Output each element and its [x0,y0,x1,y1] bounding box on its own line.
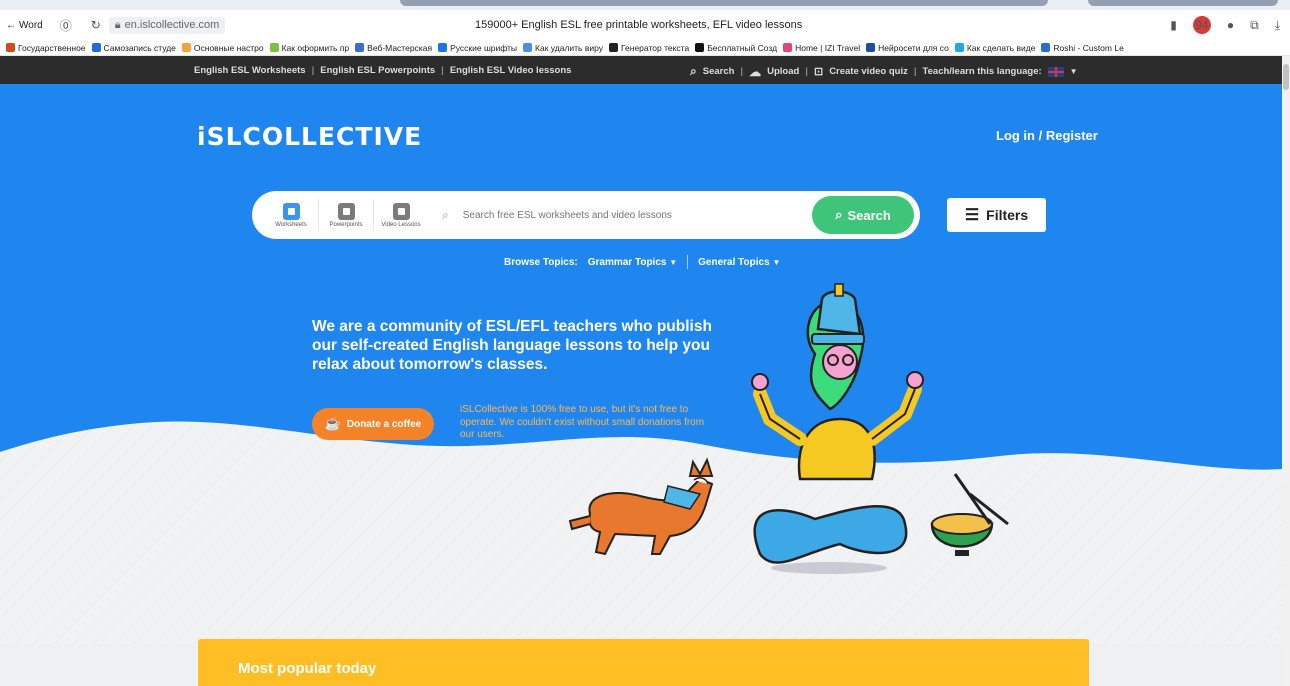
bookmark-favicon-icon [355,43,365,52]
page-scrollbar[interactable] [1282,56,1290,686]
bookmark-item[interactable]: Русские шрифты [438,43,517,53]
scrollbar-thumb[interactable] [1283,64,1289,90]
bookmark-label: Самозапись студе [103,42,176,53]
hero-section: iSLCOLLECTIVE Log in / Register Workshee… [0,84,1282,686]
chevron-down-icon[interactable]: ▼ [1070,67,1078,76]
bookmark-item[interactable]: Бесплатный Созд [695,43,777,53]
yandex-icon[interactable]: ⓪ [59,18,73,33]
back-button[interactable]: ← Word [6,20,43,31]
url-field[interactable]: 🔒︎ en.islcollective.com [108,16,226,34]
bookmark-label: Бесплатный Созд [707,42,778,53]
bookmark-favicon-icon [783,43,793,52]
shield-icon[interactable]: ● [1227,18,1234,32]
bookmark-favicon-icon [6,43,15,52]
bookmark-label: Основные настро [193,42,264,53]
bookmark-item[interactable]: Нейросети для со [866,43,949,53]
bookmark-favicon-icon [609,43,618,52]
bookmark-label: Roshi - Custom Le [1053,42,1124,53]
bookmark-label: Государственное [18,42,86,53]
url-text: en.islcollective.com [124,19,220,31]
bookmark-item[interactable]: Как сделать виде [954,42,1036,53]
bookmark-favicon-icon [1041,43,1051,52]
dog-illustration [568,457,714,556]
reading-list-icon[interactable]: ⧉ [1250,18,1259,33]
hero-illustration [568,283,1009,574]
search-icon[interactable]: ⌕ [690,64,697,79]
bookmark-favicon-icon [695,43,705,52]
bookmark-favicon-icon [91,43,101,52]
most-popular-title: Most popular today [238,660,377,677]
bookmark-item[interactable]: Государственное [6,43,86,53]
shadow-shape [771,562,887,574]
uk-flag-icon[interactable] [1047,66,1064,77]
bookmark-label: Как оформить пр [281,42,350,53]
browser-address-bar: ← Word ⓪ ↻ 🔒︎ en.islcollective.com 15900… [0,10,1290,40]
bookmark-label: Как удалить виру [535,42,603,53]
nav-search-link[interactable]: Search [703,66,735,77]
bookmark-icon[interactable]: ▮ [1170,18,1177,32]
back-arrow-icon: ← [6,19,16,31]
upload-icon[interactable]: ☁ [749,65,761,79]
nav-powerpoints-link[interactable]: English ESL Powerpoints [320,65,435,76]
back-label: Word [19,19,43,31]
browser-tab[interactable] [1088,0,1278,6]
extension-badge-icon[interactable]: 94 [1192,16,1211,34]
nav-create-quiz-link[interactable]: Create video quiz [829,66,908,77]
bookmark-favicon-icon [269,43,279,52]
bookmark-label: Home | IZI Travel [795,42,861,53]
nav-video-lessons-link[interactable]: English ESL Video lessons [450,65,572,76]
lock-icon: 🔒︎ [114,18,121,31]
bookmark-item[interactable]: Home | IZI Travel [783,43,860,53]
bookmark-item[interactable]: Самозапись студе [91,42,176,53]
nav-upload-link[interactable]: Upload [767,66,799,77]
bookmark-favicon-icon [523,43,533,52]
most-popular-section: Most popular today [198,639,1089,686]
bookmark-favicon-icon [954,43,964,52]
nav-worksheets-link[interactable]: English ESL Worksheets [194,65,306,76]
browser-tab-strip [0,0,1290,10]
nav-language-label: Teach/learn this language: [922,66,1042,77]
bookmark-item[interactable]: Как оформить пр [269,42,350,53]
bookmark-label: Нейросети для со [878,42,949,53]
bookmark-item[interactable]: Основные настро [181,42,264,53]
bookmark-item[interactable]: Как удалить виру [523,43,603,53]
site-top-nav: English ESL Worksheets | English ESL Pow… [0,56,1282,84]
reload-icon[interactable]: ↻ [89,18,103,32]
download-icon[interactable]: ⤓ [1275,18,1280,33]
bookmark-favicon-icon [438,43,448,52]
bookmark-item[interactable]: Roshi - Custom Le [1041,42,1124,53]
bookmark-label: Веб-Мастерская [367,42,433,53]
woman-illustration [751,283,924,564]
noodle-bowl-illustration [930,473,1009,556]
bookmark-label: Генератор текста [621,42,690,53]
bookmark-label: Русские шрифты [450,42,518,53]
bookmarks-bar: Государственное Самозапись студе Основные … [0,40,1290,56]
bookmark-label: Как сделать виде [966,42,1036,53]
bookmark-favicon-icon [181,43,191,52]
bookmark-item[interactable]: Генератор текста [609,43,689,53]
browser-tab-active[interactable] [400,0,1048,6]
extension-badge-count: 94 [1195,18,1209,32]
bookmark-item[interactable]: Веб-Мастерская [355,43,432,53]
video-quiz-icon[interactable]: ⊡ [814,65,823,78]
page-title: 159000+ English ESL free printable works… [475,19,803,31]
bookmark-favicon-icon [866,43,876,52]
